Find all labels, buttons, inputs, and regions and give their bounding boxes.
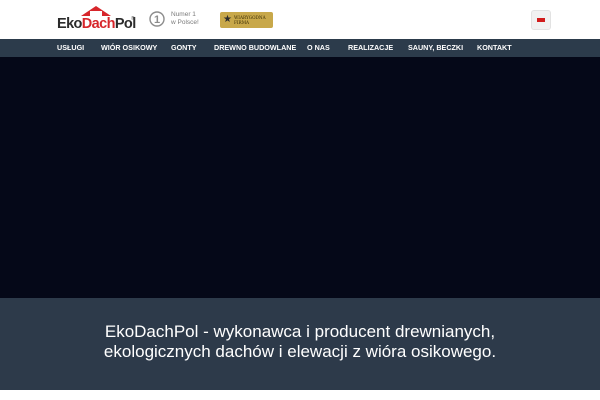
tagline-line-2: ekologicznych dachów i elewacji z wióra … bbox=[103, 342, 497, 361]
nav-item-drewno-budowlane[interactable]: DREWNO BUDOWLANE bbox=[214, 39, 296, 57]
nav-item-uslugi[interactable]: USŁUGI bbox=[57, 39, 84, 57]
ekodachpol-logo[interactable]: EkoDachPol ® bbox=[57, 6, 136, 34]
site-header: EkoDachPol ® 1 Numer 1 w Polsce! ★ WIARY… bbox=[0, 0, 600, 39]
polish-flag-icon bbox=[537, 18, 545, 22]
star-icon: ★ bbox=[223, 14, 232, 25]
numer1-badge: 1 Numer 1 w Polsce! bbox=[149, 8, 205, 30]
tagline-text: EkoDachPol - wykonawca i producent drewn… bbox=[0, 322, 600, 362]
nav-item-realizacje[interactable]: REALIZACJE bbox=[348, 39, 393, 57]
tagline-section: EkoDachPol - wykonawca i producent drewn… bbox=[0, 298, 600, 390]
nav-item-kontakt[interactable]: KONTAKT bbox=[477, 39, 512, 57]
wiarygodna-firma-badge: ★ WIARYGODNA FIRMA bbox=[220, 12, 273, 28]
numer1-text: Numer 1 w Polsce! bbox=[171, 11, 199, 26]
tagline-line-1: EkoDachPol - wykonawca i producent drewn… bbox=[104, 322, 496, 341]
logo-wordmark: EkoDachPol bbox=[57, 16, 136, 32]
nav-item-wior-osikowy[interactable]: WIÓR OSIKOWY bbox=[101, 39, 157, 57]
medal-icon: 1 bbox=[149, 11, 165, 27]
hero-video[interactable] bbox=[0, 57, 600, 298]
svg-text:1: 1 bbox=[154, 14, 160, 26]
nav-item-gonty[interactable]: GONTY bbox=[171, 39, 197, 57]
registered-mark: ® bbox=[131, 16, 135, 22]
wiarygodna-firma-text: WIARYGODNA FIRMA bbox=[234, 15, 266, 25]
main-navigation: USŁUGI WIÓR OSIKOWY GONTY DREWNO BUDOWLA… bbox=[0, 39, 600, 57]
page-bottom bbox=[0, 390, 600, 400]
language-switcher[interactable] bbox=[532, 11, 550, 29]
nav-item-sauny-beczki[interactable]: SAUNY, BECZKI bbox=[408, 39, 463, 57]
nav-item-o-nas[interactable]: O NAS bbox=[307, 39, 330, 57]
